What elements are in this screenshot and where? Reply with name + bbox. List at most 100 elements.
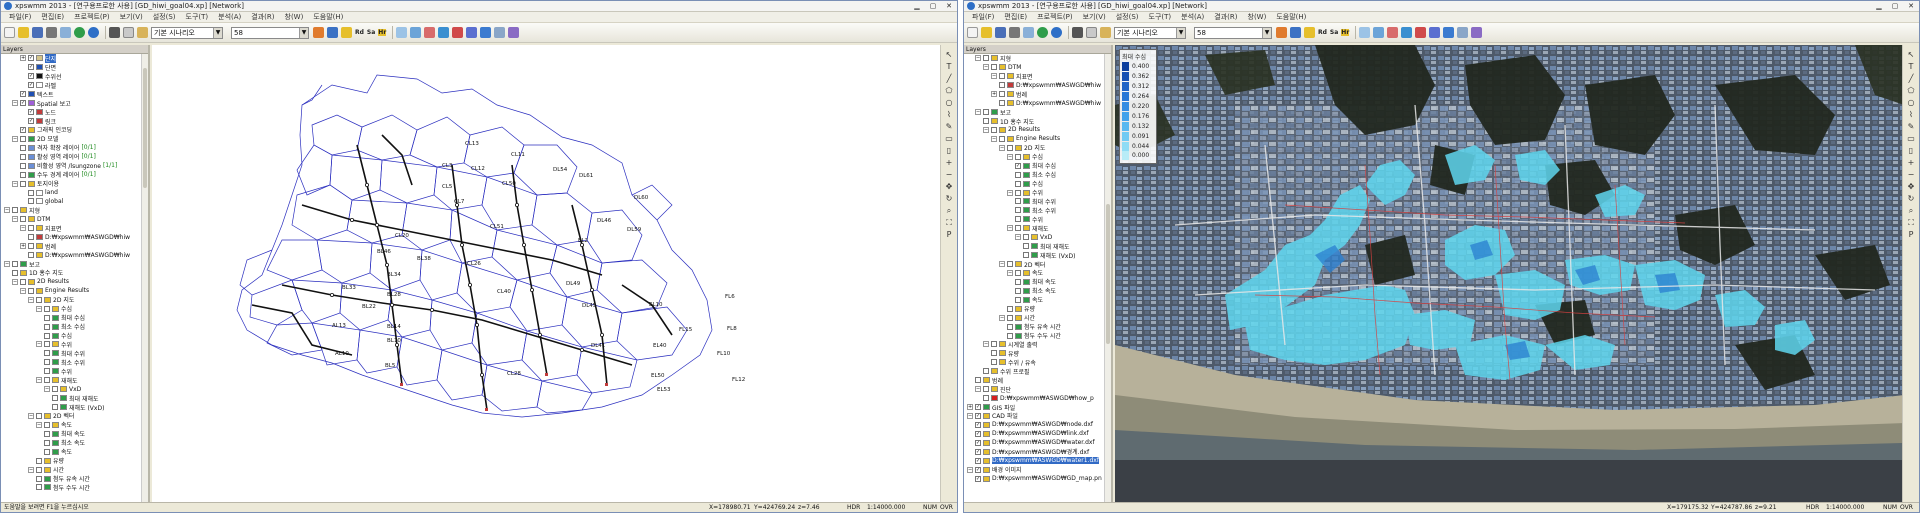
layer-tree-row[interactable]: ✓ D:₩xpswmm₩ASWGD₩경계.dxf <box>964 447 1111 456</box>
scenario-select[interactable]: 기본 시나리오 ▼ <box>151 26 223 39</box>
layer-tree-row[interactable]: 수위 프로필 <box>964 367 1111 376</box>
layer-tree-row[interactable]: 최대 속도 <box>964 277 1111 286</box>
layer-visibility-checkbox[interactable] <box>28 189 34 196</box>
maximize-icon[interactable]: ▢ <box>1887 1 1903 11</box>
layer-tree-row[interactable]: ✓ D:₩xpswmm₩ASWGD₩node.dxf <box>964 420 1111 429</box>
layer-visibility-checkbox[interactable] <box>12 269 18 276</box>
layer-tree-row[interactable]: − DTM <box>964 63 1111 72</box>
layer-tree-row[interactable]: ✓ 그래픽 인코딩 <box>1 126 148 134</box>
layer-visibility-checkbox[interactable] <box>52 395 58 402</box>
toolbar-hr-button[interactable]: Hr <box>1341 29 1350 36</box>
layer-tree-row[interactable]: − ✓ CAD 파일 <box>964 412 1111 420</box>
collapse-icon[interactable]: − <box>999 144 1005 151</box>
zoom-select[interactable]: 58 ▼ <box>1194 26 1272 39</box>
collapse-icon[interactable]: − <box>999 261 1005 268</box>
maximize-icon[interactable]: ▢ <box>925 1 941 11</box>
layer-tree-row[interactable]: ✓ D:₩xpswmm₩ASWGD₩water.dxf <box>964 438 1111 447</box>
collapse-icon[interactable]: − <box>36 341 42 348</box>
collapse-icon[interactable]: − <box>975 109 981 116</box>
layer-tree-row[interactable]: 격자 확장 레이어 [0/1] <box>1 143 148 152</box>
layer-tree-row[interactable]: 속도 <box>964 295 1111 304</box>
layer-tree-row[interactable]: − 시간 <box>1 465 148 474</box>
collapse-icon[interactable]: − <box>20 225 26 232</box>
crosshair-icon[interactable] <box>1304 27 1315 38</box>
layer-tree-row[interactable]: − Engine Results <box>964 134 1111 143</box>
layer-visibility-checkbox[interactable] <box>20 153 26 160</box>
layer-visibility-checkbox[interactable] <box>1015 153 1021 160</box>
layer-tree-row[interactable]: + ✓ GIS 파일 <box>964 403 1111 412</box>
open-folder-icon[interactable] <box>981 27 992 38</box>
menu-analysis[interactable]: 분석(A) <box>1176 12 1209 22</box>
layer-tree-row[interactable]: D:₩xpswmm₩ASWGD₩hiw <box>964 81 1111 90</box>
text-tool-icon[interactable]: T <box>1909 61 1914 73</box>
layer-visibility-checkbox[interactable] <box>1007 332 1013 339</box>
copy-icon[interactable] <box>1086 27 1097 38</box>
layer-visibility-checkbox[interactable] <box>1015 287 1021 294</box>
collapse-icon[interactable]: − <box>991 73 997 80</box>
paste-icon[interactable] <box>137 27 148 38</box>
layer-visibility-checkbox[interactable] <box>1007 323 1013 330</box>
layer-visibility-checkbox[interactable] <box>1007 305 1013 312</box>
toolbar-rd-button[interactable]: Rd <box>355 29 364 36</box>
collapse-icon[interactable]: − <box>983 126 989 133</box>
print-icon[interactable] <box>1009 27 1020 38</box>
layer-tree-row[interactable]: − 속도 <box>1 420 148 429</box>
layer-visibility-checkbox[interactable] <box>991 359 997 366</box>
layer-visibility-checkbox[interactable]: ✓ <box>28 118 34 125</box>
layer-visibility-checkbox[interactable] <box>983 55 989 62</box>
collapse-icon[interactable]: − <box>44 386 50 393</box>
chart-icon[interactable] <box>480 27 492 38</box>
expand-icon[interactable]: + <box>967 404 973 411</box>
collapse-icon[interactable]: − <box>1007 189 1013 196</box>
layer-visibility-checkbox[interactable] <box>1023 252 1029 259</box>
layer-visibility-checkbox[interactable] <box>52 404 58 411</box>
layer-tree-row[interactable]: ✓ 단면 <box>1 63 148 72</box>
layer-tree-row[interactable]: 1D 홍수 지도 <box>964 117 1111 126</box>
minimize-icon[interactable]: ▁ <box>1871 1 1887 11</box>
collapse-icon[interactable]: − <box>28 466 34 473</box>
pointer-icon[interactable]: ↖ <box>1908 49 1915 61</box>
layer-tree-row[interactable]: − 재해도 <box>964 224 1111 233</box>
layer-visibility-checkbox[interactable] <box>1015 207 1021 214</box>
layer-visibility-checkbox[interactable] <box>1007 144 1013 151</box>
layer-tree-row[interactable]: 최소 수위 <box>1 358 148 367</box>
layer-tree-row[interactable]: − Engine Results <box>1 286 148 295</box>
layer-visibility-checkbox[interactable] <box>999 82 1005 89</box>
layer-visibility-checkbox[interactable] <box>44 421 50 428</box>
collapse-icon[interactable]: − <box>36 305 42 312</box>
layer-tree-row[interactable]: 유량 <box>964 304 1111 313</box>
collapse-icon[interactable]: − <box>12 180 18 187</box>
collapse-icon[interactable]: − <box>12 278 18 285</box>
collapse-icon[interactable]: − <box>983 341 989 348</box>
layer-visibility-checkbox[interactable]: ✓ <box>20 126 26 133</box>
collapse-icon[interactable]: − <box>12 135 18 142</box>
layer-visibility-checkbox[interactable] <box>975 377 981 384</box>
layer-tree-row[interactable]: ✓ 최대 수심 <box>964 161 1111 170</box>
layer-visibility-checkbox[interactable] <box>20 180 26 187</box>
layer-visibility-checkbox[interactable]: ✓ <box>20 91 26 98</box>
collapse-icon[interactable]: − <box>36 421 42 428</box>
network-icon[interactable] <box>1457 27 1469 38</box>
flood-map-canvas[interactable] <box>1115 45 1902 460</box>
layer-tree-row[interactable]: − 지표면 <box>1 224 148 233</box>
layer-tree-row[interactable]: − 지표면 <box>964 72 1111 81</box>
layer-tree-row[interactable]: 범례 <box>964 376 1111 385</box>
layer-visibility-checkbox[interactable] <box>44 439 50 446</box>
pencil-icon[interactable]: ✎ <box>1908 121 1915 133</box>
layer-visibility-checkbox[interactable] <box>44 448 50 455</box>
layer-tree-row[interactable]: − ✓ 배경 이미지 <box>964 465 1111 474</box>
collapse-icon[interactable]: − <box>28 296 34 303</box>
layer-visibility-checkbox[interactable] <box>999 100 1005 107</box>
menu-settings[interactable]: 설정(S) <box>1111 12 1144 22</box>
zoom-in-icon[interactable]: + <box>1908 157 1915 169</box>
layer-tree-row[interactable]: − 2D 지도 <box>1 295 148 304</box>
expand-icon[interactable]: + <box>20 243 26 250</box>
layer-visibility-checkbox[interactable] <box>1015 180 1021 187</box>
layer-visibility-checkbox[interactable] <box>1015 269 1021 276</box>
animation-icon[interactable] <box>1471 27 1483 38</box>
refresh-icon[interactable]: ↻ <box>1908 193 1915 205</box>
menu-help[interactable]: 도움말(H) <box>1271 12 1311 22</box>
layer-tree-row[interactable]: − 2D 모델 <box>1 134 148 143</box>
layer-visibility-checkbox[interactable] <box>44 341 50 348</box>
collapse-icon[interactable]: − <box>4 261 10 268</box>
